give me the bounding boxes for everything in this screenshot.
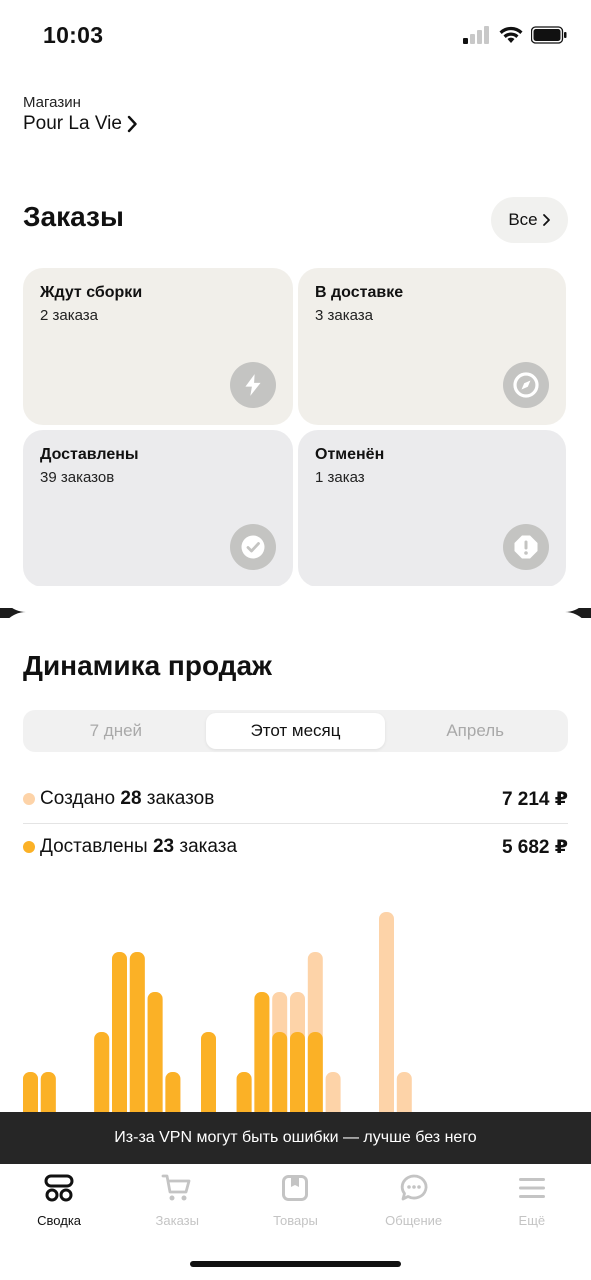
store-selector[interactable]: Pour La Vie [23, 113, 138, 135]
created-bar-22 [396, 1072, 412, 1112]
delivered-bar-1 [23, 1072, 38, 1112]
delivered-amount: 5 682 ₽ [501, 836, 568, 858]
delivered-bar-15 [272, 1032, 288, 1112]
delivered-bar-8 [147, 992, 163, 1112]
wifi-icon [499, 26, 523, 43]
compass-icon [503, 362, 549, 408]
delivered-prefix: Доставлены [40, 836, 148, 857]
tab-label: Ещё [518, 1213, 546, 1228]
battery-icon [531, 26, 567, 44]
created-orders-row: Создано 28 заказов 7 214 ₽ [23, 775, 568, 823]
created-orders-text: Создано 28 заказов [40, 788, 214, 810]
all-orders-button[interactable]: Все [491, 197, 568, 243]
created-count: 28 [120, 788, 142, 809]
created-legend-dot [23, 793, 35, 805]
card-count: 3 заказа [315, 307, 374, 324]
delivered-suffix: заказа [179, 836, 238, 857]
orders-title: Заказы [23, 201, 124, 232]
delivered-bar-2 [40, 1072, 56, 1112]
status-bar: 10:03 [0, 0, 591, 70]
delivered-bar-9 [165, 1072, 181, 1112]
tab-label: Общение [385, 1213, 443, 1228]
delivered-bar-11 [201, 1032, 216, 1112]
status-icons [463, 26, 567, 44]
store-label: Магазин [23, 94, 81, 111]
status-time: 10:03 [43, 22, 104, 48]
created-bar-18 [325, 1072, 341, 1112]
tab-more[interactable]: Ещё [473, 1164, 591, 1280]
vpn-warning-text: Из-за VPN могут быть ошибки — лучше без … [114, 1129, 477, 1146]
created-amount: 7 214 ₽ [501, 788, 568, 810]
dashboard-icon [43, 1172, 75, 1204]
delivered-bar-7 [129, 952, 145, 1112]
period-this-month[interactable]: Этот месяц [205, 713, 386, 749]
orders-card-delivered[interactable]: Доставлены 39 заказов [23, 430, 293, 587]
card-title: В доставке [315, 284, 404, 301]
delivered-legend-dot [23, 841, 35, 853]
all-orders-label: Все [508, 210, 538, 229]
card-count: 1 заказ [315, 469, 365, 486]
orders-card-cancelled[interactable]: Отменён 1 заказ [298, 430, 566, 587]
period-april[interactable]: Апрель [385, 713, 565, 749]
created-bar-21 [379, 912, 394, 1112]
created-prefix: Создано [40, 788, 116, 809]
orders-card-in-delivery[interactable]: В доставке 3 заказа [298, 268, 566, 425]
card-count: 2 заказа [40, 307, 99, 324]
delivered-bar-17 [307, 1032, 323, 1112]
tab-label: Сводка [37, 1213, 82, 1228]
lightning-icon [230, 362, 276, 408]
signal-icon [463, 26, 489, 44]
menu-icon [516, 1172, 548, 1204]
chevron-right-icon [127, 115, 137, 133]
delivered-orders-row: Доставлены 23 заказа 5 682 ₽ [23, 823, 568, 871]
created-suffix: заказов [146, 788, 215, 809]
orders-card-awaiting-assembly[interactable]: Ждут сборки 2 заказа [23, 268, 293, 425]
delivered-orders-text: Доставлены 23 заказа [40, 836, 237, 858]
tab-summary[interactable]: Сводка [0, 1164, 118, 1280]
sales-title: Динамика продаж [23, 650, 272, 681]
tab-label: Заказы [155, 1213, 199, 1228]
home-indicator [190, 1261, 401, 1267]
chat-icon [398, 1172, 430, 1204]
delivered-bar-5 [94, 1032, 110, 1112]
chevron-right-icon [542, 214, 550, 226]
period-7-days[interactable]: 7 дней [26, 713, 206, 749]
check-icon [230, 524, 276, 570]
card-title: Доставлены [40, 446, 139, 463]
tab-label: Товары [273, 1213, 318, 1228]
sales-chart [23, 912, 412, 1112]
box-icon [279, 1172, 311, 1204]
card-count: 39 заказов [40, 469, 115, 486]
period-selector: 7 дней Этот месяц Апрель [23, 710, 568, 752]
delivered-count: 23 [152, 836, 175, 857]
card-title: Ждут сборки [40, 284, 143, 301]
cart-icon [161, 1172, 193, 1204]
delivered-bar-14 [254, 992, 270, 1112]
alert-icon [503, 524, 549, 570]
delivered-bar-13 [236, 1072, 252, 1112]
delivered-bar-6 [112, 952, 127, 1112]
store-name: Pour La Vie [23, 113, 122, 134]
panel-edge [0, 586, 591, 612]
vpn-warning-banner[interactable]: Из-за VPN могут быть ошибки — лучше без … [0, 1112, 591, 1164]
card-title: Отменён [315, 446, 385, 463]
delivered-bar-16 [290, 1032, 305, 1112]
